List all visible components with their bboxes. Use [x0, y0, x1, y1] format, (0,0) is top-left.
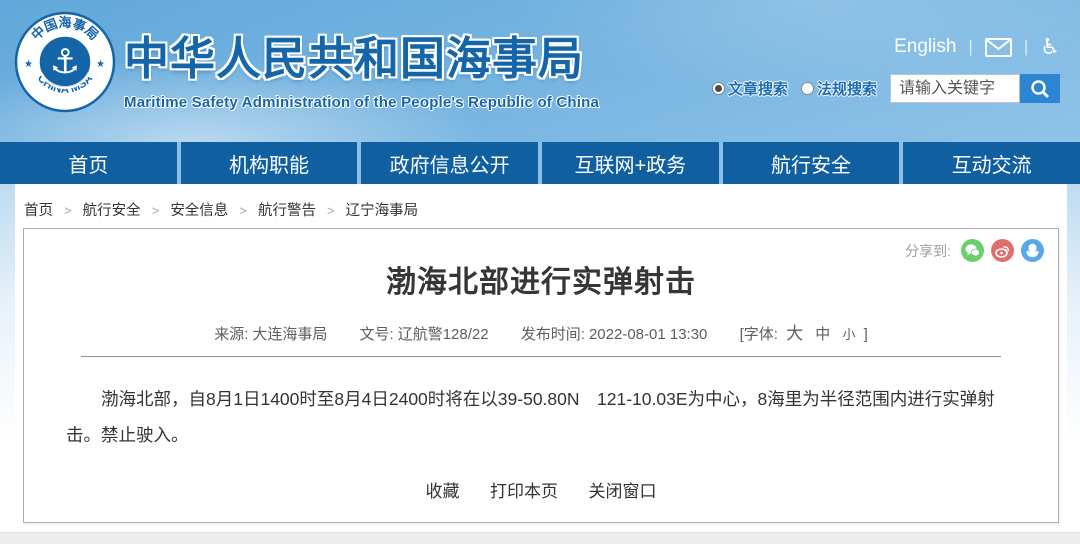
svg-text:★: ★: [96, 59, 105, 70]
font-size-large-button[interactable]: 大: [786, 324, 803, 343]
breadcrumb-home[interactable]: 首页: [24, 203, 53, 219]
article-actions: 收藏 打印本页 关闭窗口: [24, 477, 1058, 502]
font-size-medium-button[interactable]: 中: [815, 326, 830, 343]
nav-item-navigation-safety[interactable]: 航行安全: [723, 142, 900, 184]
meta-doc-number: 文号:辽航警128/22: [360, 326, 489, 343]
footer-strip: [0, 532, 1080, 544]
search-icon: [1030, 79, 1050, 99]
breadcrumb-separator: >: [327, 203, 335, 218]
content-wrapper: 首页 > 航行安全 > 安全信息 > 航行警告 > 辽宁海事局 分享到:: [15, 184, 1067, 532]
search-input[interactable]: [890, 74, 1020, 103]
font-size-control: [字体: 大 中 小 ]: [740, 326, 868, 343]
share-qq-icon[interactable]: [1021, 239, 1044, 262]
nav-item-home[interactable]: 首页: [0, 142, 177, 184]
radio-selected-icon[interactable]: [712, 82, 725, 95]
breadcrumb-separator: >: [64, 203, 72, 218]
search-button[interactable]: [1020, 74, 1060, 103]
favorite-link[interactable]: 收藏: [426, 482, 460, 501]
close-window-link[interactable]: 关闭窗口: [588, 482, 656, 501]
main-nav: 首页 机构职能 政府信息公开 互联网+政务 航行安全 互动交流: [0, 142, 1080, 184]
article-body: 渤海北部，自8月1日1400时至8月4日2400时将在以39-50.80N 12…: [66, 381, 1016, 453]
english-link[interactable]: English: [894, 36, 956, 58]
separator: |: [1024, 37, 1028, 57]
font-label-end: ]: [864, 326, 868, 343]
nav-item-gov-info[interactable]: 政府信息公开: [361, 142, 538, 184]
breadcrumb-separator: >: [152, 203, 160, 218]
header-utility-links: English | | ♿: [894, 36, 1060, 58]
breadcrumb-liaoning-msa[interactable]: 辽宁海事局: [346, 203, 419, 219]
separator: |: [968, 37, 972, 57]
page-background: 首页 > 航行安全 > 安全信息 > 航行警告 > 辽宁海事局 分享到:: [0, 184, 1080, 532]
meta-publish-time: 发布时间:2022-08-01 13:30: [521, 326, 708, 343]
site-header: 中国海事局 CHINA MSA ★ ★ ⚓ 中华人民共和国海事局 Maritim…: [0, 0, 1080, 142]
breadcrumb-nav-warning[interactable]: 航行警告: [258, 203, 316, 219]
article-title: 渤海北部进行实弹射击: [24, 257, 1058, 301]
site-subtitle: Maritime Safety Administration of the Pe…: [124, 94, 599, 111]
svg-text:⚓: ⚓: [50, 43, 80, 81]
share-label: 分享到:: [905, 241, 951, 261]
site-title-block: 中华人民共和国海事局 Maritime Safety Administratio…: [124, 22, 599, 111]
nav-item-functions[interactable]: 机构职能: [181, 142, 358, 184]
radio-unselected-icon[interactable]: [801, 82, 814, 95]
meta-source: 来源:大连海事局: [214, 326, 327, 343]
mail-icon[interactable]: [985, 38, 1012, 57]
msa-logo[interactable]: 中国海事局 CHINA MSA ★ ★ ⚓: [14, 11, 116, 113]
font-label: [字体:: [740, 326, 778, 343]
search-option-article[interactable]: 文章搜索: [712, 78, 788, 99]
breadcrumb-navigation-safety[interactable]: 航行安全: [83, 203, 141, 219]
breadcrumb-safety-info[interactable]: 安全信息: [170, 203, 228, 219]
site-title: 中华人民共和国海事局: [124, 22, 599, 87]
accessibility-icon[interactable]: ♿: [1040, 36, 1060, 58]
meta-divider: [81, 356, 1001, 357]
search-option-regulation[interactable]: 法规搜索: [801, 78, 877, 99]
breadcrumb-separator: >: [239, 203, 247, 218]
font-size-small-button[interactable]: 小: [842, 327, 855, 342]
anchor-emblem-icon: 中国海事局 CHINA MSA ★ ★ ⚓: [14, 11, 116, 113]
share-weibo-icon[interactable]: [991, 239, 1014, 262]
nav-item-interaction[interactable]: 互动交流: [903, 142, 1080, 184]
article-meta: 来源:大连海事局 文号:辽航警128/22 发布时间:2022-08-01 13…: [24, 319, 1058, 344]
share-wechat-icon[interactable]: [961, 239, 984, 262]
print-page-link[interactable]: 打印本页: [490, 482, 558, 501]
nav-item-internet-gov[interactable]: 互联网+政务: [542, 142, 719, 184]
breadcrumb: 首页 > 航行安全 > 安全信息 > 航行警告 > 辽宁海事局: [15, 184, 1067, 228]
svg-text:★: ★: [24, 59, 33, 70]
site-search: 文章搜索 法规搜索: [712, 74, 1076, 103]
share-row: 分享到:: [905, 239, 1044, 262]
article-box: 分享到:: [23, 228, 1059, 523]
